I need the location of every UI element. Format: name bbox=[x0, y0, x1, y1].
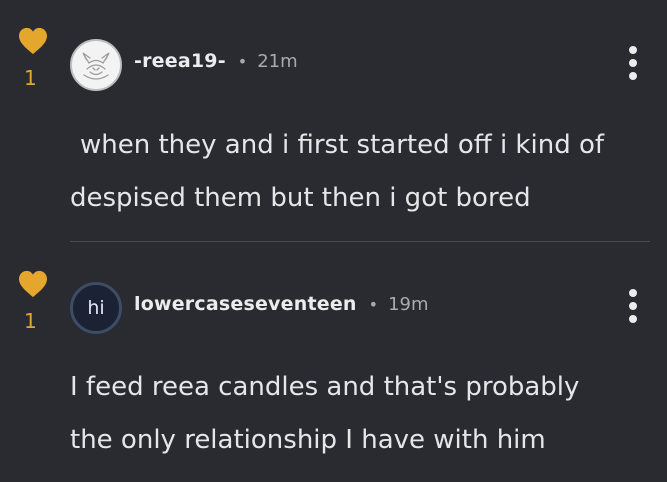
more-vertical-icon[interactable] bbox=[626, 287, 640, 325]
heart-icon[interactable] bbox=[18, 270, 48, 298]
comment-text-line: despised them but then i got bored bbox=[70, 183, 531, 213]
heart-icon[interactable] bbox=[18, 27, 48, 55]
timestamp: 19m bbox=[388, 293, 429, 315]
comment-item: 1 -reea19- • 21m when they and i first s… bbox=[0, 0, 667, 242]
comment-text-line: I feed reea candles and that's probably bbox=[70, 372, 580, 402]
comment-text: I feed reea candles and that's probably … bbox=[70, 361, 650, 467]
comment-meta: -reea19- • 21m bbox=[134, 50, 298, 72]
like-count: 1 bbox=[24, 309, 37, 333]
comment-item: 1 hi lowercaseseventeen • 19m I feed ree… bbox=[0, 243, 667, 482]
username[interactable]: -reea19- bbox=[134, 50, 226, 72]
timestamp: 21m bbox=[257, 50, 298, 72]
avatar-text: hi bbox=[87, 297, 105, 319]
comment-meta: lowercaseseventeen • 19m bbox=[134, 293, 429, 315]
divider bbox=[70, 241, 650, 242]
separator-dot: • bbox=[237, 51, 248, 71]
like-count: 1 bbox=[24, 66, 37, 90]
comment-text: when they and i first started off i kind… bbox=[70, 119, 650, 225]
comment-text-line: when they and i first started off i kind… bbox=[80, 130, 605, 160]
username[interactable]: lowercaseseventeen bbox=[134, 293, 357, 315]
fox-sketch-avatar-icon bbox=[82, 52, 110, 80]
comment-text-line: the only relationship I have with him bbox=[70, 425, 546, 455]
avatar[interactable] bbox=[70, 39, 122, 91]
avatar[interactable]: hi bbox=[70, 282, 122, 334]
separator-dot: • bbox=[368, 294, 379, 314]
more-vertical-icon[interactable] bbox=[626, 44, 640, 82]
